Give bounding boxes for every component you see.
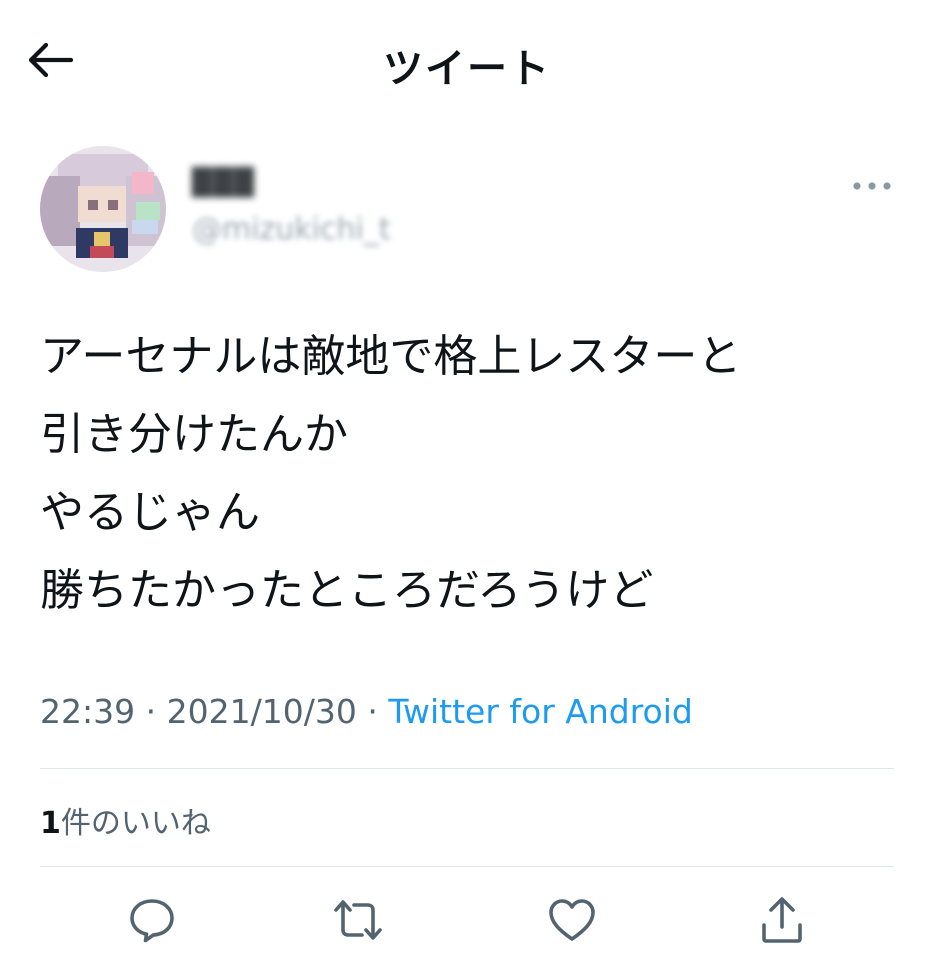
tweet-source-link[interactable]: Twitter for Android	[388, 692, 693, 731]
meta-separator: ·	[367, 692, 378, 731]
divider	[40, 768, 894, 769]
display-name[interactable]: ███	[192, 168, 255, 198]
more-button[interactable]	[848, 172, 896, 200]
like-button[interactable]	[542, 890, 602, 950]
retweet-button[interactable]	[328, 890, 388, 950]
avatar[interactable]	[40, 146, 166, 272]
comment-icon	[130, 899, 174, 943]
tweet-time[interactable]: 22:39	[40, 692, 135, 731]
tweet-date[interactable]: 2021/10/30	[167, 692, 357, 731]
top-bar: ツイート	[0, 0, 934, 120]
divider	[40, 866, 894, 867]
more-horizontal-icon	[853, 182, 891, 190]
tweet-meta: 22:39 · 2021/10/30 · Twitter for Android	[40, 692, 693, 731]
meta-separator: ·	[145, 692, 157, 731]
likes-number: 1	[40, 806, 61, 841]
tweet-text: アーセナルは敵地で格上レスターと 引き分けたんか やるじゃん 勝ちたかったところ…	[40, 318, 910, 630]
likes-label: 件のいいね	[60, 806, 211, 841]
tweet-detail-page: ツイート ███ @mizukichi_t アーセナルは敵地で格上レスターと 引…	[0, 0, 934, 977]
reply-button[interactable]	[122, 890, 182, 950]
retweet-icon	[334, 900, 382, 940]
heart-icon	[549, 899, 595, 941]
tweet-line: 勝ちたかったところだろうけど	[40, 565, 654, 616]
tweet-line: アーセナルは敵地で格上レスターと	[40, 331, 742, 382]
user-handle[interactable]: @mizukichi_t	[192, 212, 391, 247]
tweet-line: やるじゃん	[40, 487, 260, 538]
share-button[interactable]	[752, 890, 812, 950]
tweet-line: 引き分けたんか	[40, 409, 348, 460]
page-title: ツイート	[383, 46, 551, 92]
likes-count[interactable]: 1件のいいね	[40, 798, 211, 842]
share-icon	[762, 897, 802, 943]
